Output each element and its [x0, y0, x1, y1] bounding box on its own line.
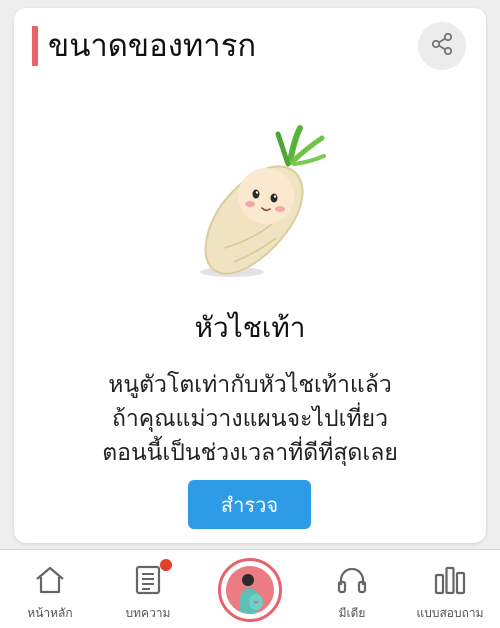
- nav-label: บทความ: [125, 606, 171, 620]
- radish-illustration: [182, 120, 342, 290]
- nav-item-survey[interactable]: แบบสอบถาม: [400, 550, 500, 628]
- size-description: หนูตัวโตเท่ากับหัวไชเท้าแล้ว ถ้าคุณแม่วา…: [14, 368, 486, 470]
- explore-button[interactable]: สำรวจ: [188, 480, 311, 529]
- description-line: ถ้าคุณแม่วางแผนจะไปเที่ยว: [111, 406, 389, 432]
- description-line: หนูตัวโตเท่ากับหัวไชเท้าแล้ว: [108, 372, 392, 398]
- nav-label: แบบสอบถาม: [416, 606, 484, 620]
- home-icon: [34, 564, 66, 596]
- share-icon: [429, 31, 455, 61]
- nav-label: หน้าหลัก: [27, 606, 73, 620]
- description-line: ตอนนี้เป็นช่วงเวลาที่ดีที่สุดเลย: [102, 440, 398, 466]
- article-icon: [134, 559, 172, 596]
- nav-label: มีเดีย: [338, 606, 366, 620]
- pregnancy-center-button[interactable]: [218, 558, 282, 622]
- bar-chart-icon: [433, 564, 467, 596]
- nav-item-articles[interactable]: บทความ: [98, 550, 198, 628]
- pregnancy-icon: [226, 566, 274, 614]
- title-accent-bar: [32, 26, 38, 66]
- page-title: ขนาดของทารก: [48, 28, 257, 64]
- nav-item-media[interactable]: มีเดีย: [302, 550, 402, 628]
- item-name: หัวไชเท้า: [194, 311, 306, 344]
- headphones-icon: [336, 564, 368, 596]
- notification-badge: [160, 559, 172, 571]
- nav-item-home[interactable]: หน้าหลัก: [0, 550, 100, 628]
- baby-size-card: ขนาดของทารก หัวไชเท้า หนูตัวโตเท่ากับหัว…: [14, 8, 486, 543]
- share-button[interactable]: [418, 22, 466, 70]
